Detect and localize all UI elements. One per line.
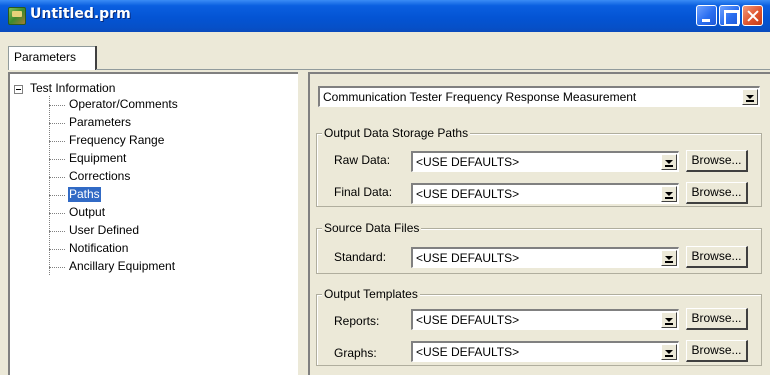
tree-branch-line	[49, 249, 65, 250]
output-templates-group: Output Templates Reports: <USE DEFAULTS>…	[316, 287, 762, 366]
reports-select[interactable]: <USE DEFAULTS>	[411, 309, 679, 330]
window-title: Untitled.prm	[30, 6, 131, 22]
graphs-select[interactable]: <USE DEFAULTS>	[411, 341, 679, 362]
tree-collapse-icon[interactable]	[14, 85, 23, 94]
final-data-value: <USE DEFAULTS>	[416, 187, 520, 201]
group-title: Output Templates	[322, 287, 420, 301]
standard-label: Standard:	[334, 250, 387, 264]
dropdown-arrow-icon[interactable]	[742, 89, 758, 105]
standard-browse-button[interactable]: Browse...	[686, 246, 748, 268]
minimize-icon[interactable]	[696, 5, 717, 26]
dropdown-arrow-icon[interactable]	[661, 344, 677, 360]
final-data-label: Final Data:	[334, 185, 393, 199]
tree-branch-line	[49, 159, 65, 160]
final-data-select[interactable]: <USE DEFAULTS>	[411, 183, 679, 204]
group-title: Source Data Files	[322, 221, 422, 235]
tree-branch-line	[49, 267, 65, 268]
final-data-browse-button[interactable]: Browse...	[686, 182, 748, 204]
tree-item-label: Operator/Comments	[69, 97, 178, 111]
tree-item-label: User Defined	[69, 223, 140, 237]
tab-edge	[95, 46, 97, 70]
test-type-value: Communication Tester Frequency Response …	[323, 90, 637, 104]
graphs-browse-button[interactable]: Browse...	[686, 340, 748, 362]
raw-data-select[interactable]: <USE DEFAULTS>	[411, 151, 679, 172]
test-type-select[interactable]: Communication Tester Frequency Response …	[318, 86, 760, 107]
tree-item-label: Ancillary Equipment	[69, 259, 176, 273]
tree-branch-line	[49, 213, 65, 214]
tree-item-label: Corrections	[69, 169, 131, 183]
tree-branch-line	[49, 231, 65, 232]
tree-item-label: Equipment	[69, 151, 127, 165]
tree-root-label[interactable]: Test Information	[30, 81, 115, 95]
application-icon[interactable]	[8, 7, 26, 25]
tree-branch-line	[49, 195, 65, 196]
dropdown-arrow-icon[interactable]	[661, 250, 677, 266]
graphs-label: Graphs:	[334, 346, 377, 360]
maximize-icon[interactable]	[719, 5, 740, 26]
standard-value: <USE DEFAULTS>	[416, 251, 520, 265]
dropdown-arrow-icon[interactable]	[661, 312, 677, 328]
tab-divider	[96, 69, 770, 70]
tree-branch-line	[49, 123, 65, 124]
tree-item-label: Notification	[69, 241, 129, 255]
tree-item-label: Frequency Range	[69, 133, 165, 147]
tab-strip	[0, 32, 770, 70]
group-title: Output Data Storage Paths	[322, 126, 471, 140]
raw-data-browse-button[interactable]: Browse...	[686, 150, 748, 172]
tab-parameters[interactable]: Parameters	[8, 46, 96, 70]
tree-item-label: Parameters	[69, 115, 132, 129]
paths-settings-pane: Communication Tester Frequency Response …	[308, 72, 770, 375]
reports-value: <USE DEFAULTS>	[416, 313, 520, 327]
navigation-tree[interactable]: Test Information Operator/Comments Param…	[8, 72, 298, 375]
reports-label: Reports:	[334, 314, 380, 328]
tree-branch-line	[49, 177, 65, 178]
dropdown-arrow-icon[interactable]	[661, 154, 677, 170]
dropdown-arrow-icon[interactable]	[661, 186, 677, 202]
tree-item-label: Output	[69, 205, 106, 219]
graphs-value: <USE DEFAULTS>	[416, 345, 520, 359]
source-files-group: Source Data Files Standard: <USE DEFAULT…	[316, 221, 762, 274]
output-paths-group: Output Data Storage Paths Raw Data: <USE…	[316, 126, 762, 207]
tree-branch-line	[49, 141, 65, 142]
reports-browse-button[interactable]: Browse...	[686, 308, 748, 330]
standard-select[interactable]: <USE DEFAULTS>	[411, 247, 679, 268]
tree-branch-line	[49, 105, 65, 106]
raw-data-value: <USE DEFAULTS>	[416, 155, 520, 169]
title-bar[interactable]: Untitled.prm	[0, 0, 770, 32]
close-icon[interactable]	[742, 5, 763, 26]
raw-data-label: Raw Data:	[334, 153, 391, 167]
tree-item-label: Paths	[68, 187, 101, 202]
